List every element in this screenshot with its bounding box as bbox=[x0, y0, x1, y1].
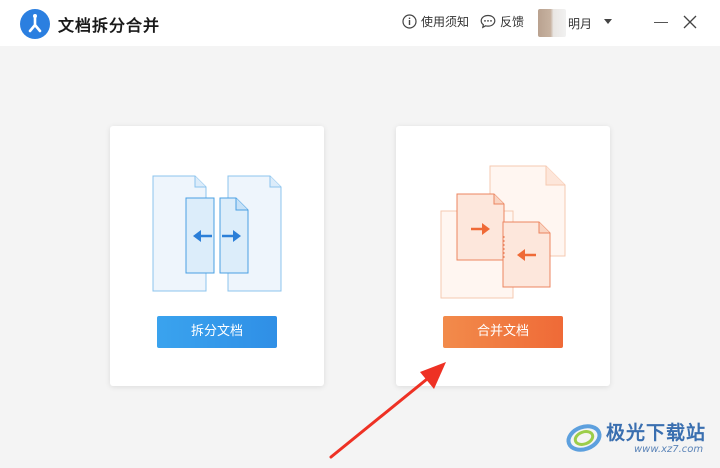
watermark: 极光下载站 www.xz7.com bbox=[562, 410, 720, 460]
aurora-logo-icon bbox=[566, 424, 602, 452]
watermark-url: www.xz7.com bbox=[634, 444, 704, 455]
pointer-arrow-icon bbox=[329, 362, 446, 459]
watermark-brand: 极光下载站 bbox=[606, 422, 707, 444]
